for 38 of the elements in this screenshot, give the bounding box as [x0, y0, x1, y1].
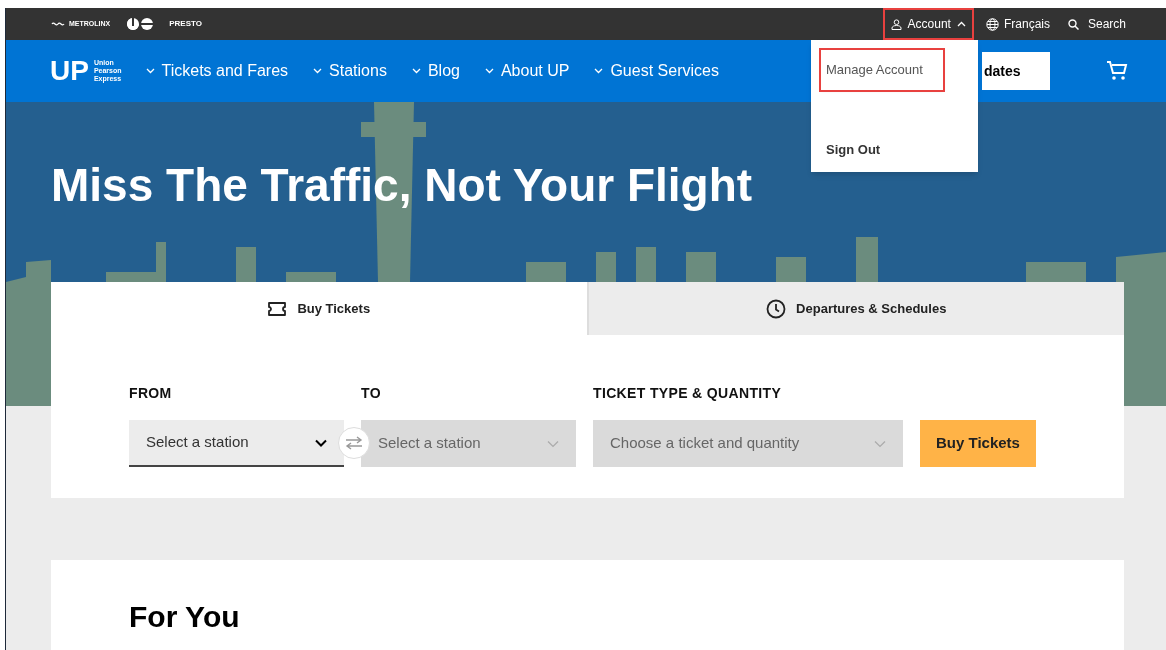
- search-icon: [1067, 18, 1079, 30]
- field-label: TICKET TYPE & QUANTITY: [593, 384, 783, 403]
- language-link[interactable]: Français: [985, 15, 1050, 33]
- globe-icon: [985, 17, 999, 31]
- swap-icon[interactable]: [344, 436, 364, 450]
- menu-item[interactable]: Manage Account: [821, 50, 943, 90]
- chevron-icon: [547, 439, 559, 448]
- chevron-icon: [484, 68, 494, 74]
- chevron-icon: [145, 68, 155, 74]
- nav-item[interactable]: Blog: [411, 59, 460, 83]
- account-button[interactable]: Account: [882, 8, 974, 40]
- chevron-icon: [594, 68, 604, 74]
- nav-item[interactable]: About UP: [484, 59, 570, 83]
- nav-item[interactable]: Guest Services: [594, 59, 719, 83]
- buy-tickets-button[interactable]: Buy Tickets: [920, 420, 1036, 467]
- chevron-icon: [315, 438, 327, 447]
- tab[interactable]: Departures & Schedules: [586, 282, 1124, 335]
- brand-name[interactable]: PRESTO: [169, 18, 202, 30]
- chevron-icon: [956, 21, 966, 27]
- chevron-icon: [874, 439, 886, 448]
- field-label: FROM: [129, 384, 173, 403]
- field-label: TO: [361, 384, 382, 403]
- menu-item[interactable]: Sign Out: [826, 130, 881, 170]
- logo-mark[interactable]: UP: [50, 57, 89, 85]
- metrolinx-logo-icon: [51, 21, 65, 27]
- section-title: For You: [129, 600, 241, 634]
- select-field[interactable]: Select a station: [129, 420, 344, 467]
- chevron-icon: [411, 68, 421, 74]
- user-icon: [890, 18, 902, 30]
- cart-icon[interactable]: [1106, 60, 1128, 82]
- updates-button[interactable]: dates: [982, 52, 1050, 90]
- search-link[interactable]: Search: [1067, 15, 1126, 33]
- nav-item[interactable]: Stations: [313, 59, 387, 83]
- ticket-icon: [267, 300, 288, 317]
- nav-item[interactable]: Tickets and Fares: [145, 59, 289, 83]
- go-logo-icon[interactable]: [126, 17, 155, 31]
- chevron-icon: [313, 68, 323, 74]
- clock-icon: [766, 298, 787, 319]
